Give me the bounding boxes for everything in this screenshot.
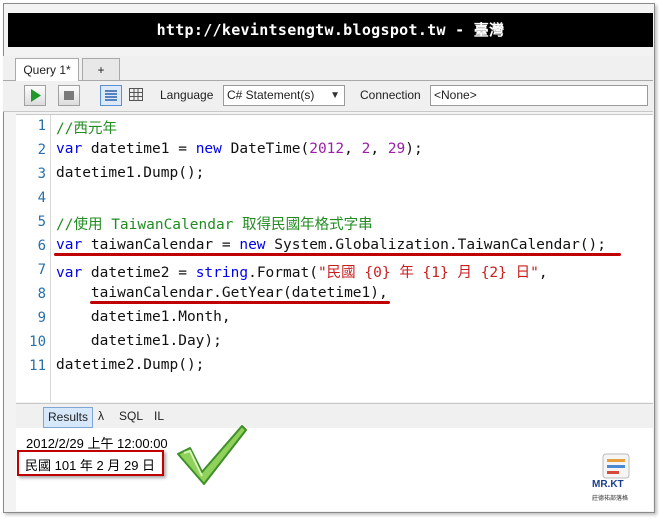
code-token: taiwanCalendar.GetYear(datetime1), — [56, 285, 388, 301]
code-token: var — [56, 237, 83, 253]
line-number: 11 — [29, 358, 46, 374]
code-token: , — [344, 141, 362, 157]
code-token: datetime1.Day); — [56, 333, 222, 349]
query-tabstrip: Query 1* + — [3, 56, 653, 81]
code-token: .Format( — [248, 265, 318, 281]
run-button[interactable] — [24, 85, 46, 106]
code-line: datetime1.Dump(); — [56, 165, 204, 181]
code-line: //使用 TaiwanCalendar 取得民國年格式字串 — [56, 213, 373, 234]
code-token: , — [538, 265, 548, 281]
tab-query-1[interactable]: Query 1* — [15, 58, 79, 81]
language-select[interactable]: C# Statement(s) ▼ — [223, 85, 345, 106]
code-line: datetime1.Month, — [56, 309, 231, 325]
add-tab-button[interactable]: + — [82, 58, 120, 80]
code-editor[interactable]: 1 //西元年 2 var datetime1 = new DateTime(2012… — [16, 114, 653, 402]
blog-url-banner: http://kevintsengtw.blogspot.tw - 臺灣 — [8, 13, 653, 47]
code-line: var taiwanCalendar = new System.Globaliz… — [56, 237, 606, 253]
code-token: var — [56, 265, 83, 281]
list-view-icon — [105, 90, 117, 101]
highlight-underline-line6 — [54, 253, 621, 256]
language-value: C# Statement(s) — [227, 88, 315, 102]
line-number: 9 — [37, 310, 46, 326]
code-line: taiwanCalendar.GetYear(datetime1), — [56, 285, 388, 301]
logo-text: MR.KT — [592, 479, 624, 490]
code-line: datetime2.Dump(); — [56, 357, 204, 373]
result-highlight-box: 民國 101 年 2 月 29 日 — [17, 450, 164, 476]
code-token: string — [195, 265, 249, 281]
code-token: "民國 {0} 年 {1} 月 {2} 日" — [317, 265, 539, 281]
code-token: ); — [405, 141, 423, 157]
code-token: , — [370, 141, 388, 157]
highlight-underline-line8 — [90, 301, 390, 304]
code-token: datetime2.Dump(); — [56, 357, 205, 373]
line-number: 5 — [37, 214, 46, 230]
connection-label: Connection — [360, 88, 421, 102]
code-token: //西元年 — [56, 121, 117, 137]
code-token: 29 — [387, 141, 406, 157]
grid-view-icon — [129, 88, 143, 101]
connection-value: <None> — [434, 88, 477, 102]
code-line: var datetime1 = new DateTime(2012, 2, 29… — [56, 141, 423, 157]
code-token: DateTime( — [221, 141, 310, 157]
results-tabstrip: Results λ SQL IL — [16, 403, 653, 428]
connection-select[interactable]: <None> — [430, 85, 648, 106]
code-token: new — [239, 237, 266, 253]
tab-results[interactable]: Results — [43, 407, 94, 428]
chevron-down-icon: ▼ — [330, 90, 340, 101]
tab-sql[interactable]: SQL — [115, 407, 147, 426]
line-number: 7 — [37, 262, 46, 278]
add-tab-label: + — [97, 63, 105, 77]
stop-icon — [64, 91, 74, 100]
code-token: datetime2 = — [82, 265, 196, 281]
line-number: 2 — [37, 142, 46, 158]
code-token: datetime1 = — [82, 141, 196, 157]
line-number: 10 — [29, 334, 46, 350]
language-label: Language — [160, 88, 214, 102]
line-number: 3 — [37, 166, 46, 182]
checkmark-icon — [177, 425, 247, 485]
tab-il[interactable]: IL — [150, 407, 168, 426]
code-token: new — [195, 141, 222, 157]
mr-kt-logo: MR.KT 莊德祐部落格 — [588, 450, 638, 506]
code-token: datetime1.Month, — [56, 309, 231, 325]
tab-lambda[interactable]: λ — [94, 407, 108, 426]
logo-subtext: 莊德祐部落格 — [592, 495, 629, 502]
tab-label: Query 1* — [23, 63, 71, 77]
line-number: 8 — [37, 286, 46, 302]
code-line: datetime1.Day); — [56, 333, 222, 349]
code-token: datetime1.Dump(); — [56, 165, 205, 181]
query-toolbar: Language C# Statement(s) ▼ Connection <N… — [3, 81, 653, 112]
code-token: 2012 — [309, 141, 345, 157]
code-token: //使用 TaiwanCalendar 取得民國年格式字串 — [56, 217, 373, 233]
banner-text: http://kevintsengtw.blogspot.tw - 臺灣 — [156, 21, 505, 39]
code-token: taiwanCalendar = — [82, 237, 240, 253]
line-number: 4 — [37, 190, 46, 206]
code-token: System.Globalization.TaiwanCalendar(); — [265, 237, 607, 253]
line-number: 1 — [37, 118, 46, 134]
output-roc-date: 民國 101 年 2 月 29 日 — [25, 458, 156, 473]
stop-button[interactable] — [58, 85, 80, 106]
rich-text-results-button[interactable] — [100, 85, 122, 106]
grid-results-button[interactable] — [126, 85, 148, 106]
code-line: var datetime2 = string.Format("民國 {0} 年 … — [56, 261, 548, 282]
play-icon — [31, 89, 41, 102]
code-token: var — [56, 141, 83, 157]
code-line: //西元年 — [56, 117, 117, 138]
line-number: 6 — [37, 238, 46, 254]
